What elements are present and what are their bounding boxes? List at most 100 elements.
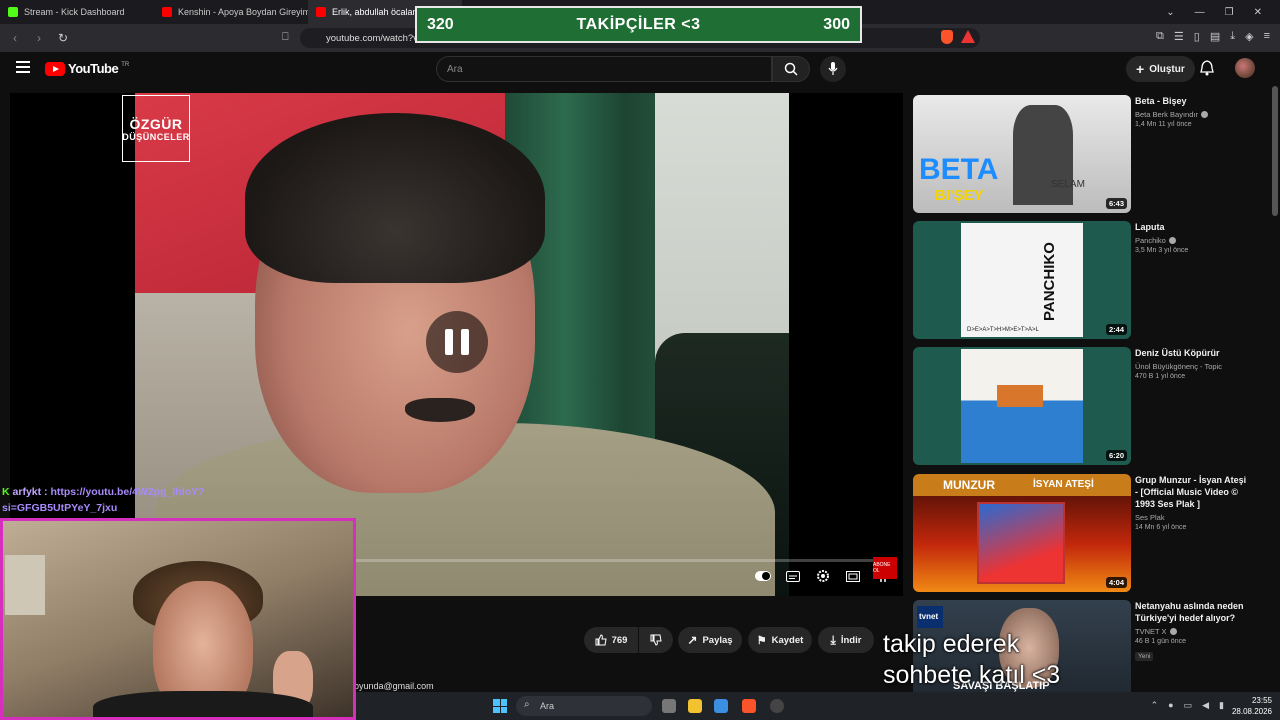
downloads-icon[interactable]: ⤓ [1230,30,1235,43]
search-button[interactable] [772,56,810,82]
create-button[interactable]: + Oluştur [1126,56,1195,82]
save-button[interactable]: ⚑ Kaydet [748,627,812,653]
reload-icon[interactable]: ↻ [54,31,72,45]
video-thumbnail[interactable]: BETA BI'ŞEY SELAM 6:43 [913,95,1131,213]
video-stats: 1,4 Mn 11 yıl önce [1135,121,1192,128]
search-input[interactable]: Ara [436,56,772,82]
channel-name[interactable]: Ünol Büyükgönenç - Topic [1135,362,1250,371]
like-button[interactable]: 769 [584,627,638,653]
window-controls: ⌄ — ❐ ✕ [1166,0,1280,24]
miniplayer-button[interactable] [845,569,861,583]
brave-shields-icon[interactable] [941,30,953,44]
browser-tab[interactable]: Kenshin - Apoya Boydan Gireyim (Elf [154,0,308,24]
voice-search-button[interactable] [820,56,846,82]
youtube-wordmark: YouTube [68,61,119,76]
brave-rewards-icon[interactable] [961,30,975,43]
follower-goal-overlay: 320 TAKİPÇİLER <3 300 [415,6,862,43]
extensions-icon[interactable]: ⧉ [1156,30,1164,43]
chat-link-part1[interactable]: https://youtu.be/4W2pg_lhloY? [50,486,204,498]
maximize-icon[interactable]: ❐ [1225,7,1234,18]
reading-list-icon[interactable]: ☰ [1174,30,1184,43]
download-button[interactable]: ⤓ İndir [818,627,874,653]
channel-name[interactable]: Beta Berk Bayındır [1135,110,1250,119]
toggle-icon [755,571,771,581]
thumb-subtitle: BI'ŞEY [935,187,984,204]
taskbar-search[interactable]: ⌕ Ara [516,696,652,716]
task-view-icon[interactable] [662,699,676,713]
hamburger-menu-icon[interactable] [16,61,30,76]
dislike-button[interactable] [639,627,673,653]
minimize-icon[interactable]: — [1195,7,1205,18]
tab-list-icon[interactable]: ⌄ [1166,7,1174,18]
video-duration: 4:04 [1105,577,1127,588]
video-stats: 14 Mn 6 yıl önce [1135,524,1187,531]
video-title[interactable]: Netanyahu aslında neden Türkiye'yi hedef… [1135,600,1250,624]
autoplay-toggle[interactable] [755,569,771,583]
video-title[interactable]: Laputa [1135,221,1250,233]
channel-name[interactable]: Panchiko [1135,236,1250,245]
thumb-cover [977,502,1065,584]
battery-icon[interactable]: ▮ [1219,700,1224,711]
webcam-overlay [0,518,356,720]
forward-icon[interactable]: › [30,31,48,45]
menu-icon[interactable]: ≡ [1264,30,1270,43]
thumb-subtitle: D>E>A>T>H>M>E>T>A>L [967,327,1039,333]
obs-icon[interactable] [770,699,784,713]
taskbar-clock[interactable]: 23:55 28.08.2026 [1232,695,1272,717]
thumb-subtitle: İSYAN ATEŞİ [1033,479,1094,490]
pause-button[interactable] [426,311,488,373]
youtube-logo[interactable]: YouTube TR [45,61,129,76]
settings-button[interactable] [815,569,831,583]
recommended-video[interactable]: 6:20 Deniz Üstü Köpürür Ünol Büyükgönenç… [913,347,1253,467]
bookmark-icon[interactable]: ⎕ [282,31,289,44]
overlay-line1: takip ederek [883,630,1020,658]
video-title[interactable]: Beta - Bişey [1135,95,1250,107]
account-avatar[interactable] [1235,58,1255,78]
like-count: 769 [611,634,628,646]
recommended-video[interactable]: BETA BI'ŞEY SELAM 6:43 Beta - Bişey Beta… [913,95,1253,215]
tray-overflow-icon[interactable]: ⌃ [1151,700,1159,711]
recommended-video[interactable]: PANCHIKO D>E>A>T>H>M>E>T>A>L 2:44 Laputa… [913,221,1253,341]
network-icon[interactable]: ▭ [1184,700,1193,711]
chat-link-part2[interactable]: si=GFGB5UtPYeY_7jxu [2,500,204,516]
volume-icon[interactable]: ◀ [1202,700,1209,711]
windows-start-icon[interactable] [493,699,507,713]
file-explorer-icon[interactable] [688,699,702,713]
video-meta: Netanyahu aslında neden Türkiye'yi hedef… [1135,600,1250,663]
recommended-video[interactable]: MUNZUR İSYAN ATEŞİ 4:04 Grup Munzur - İs… [913,474,1253,594]
microsoft-store-icon[interactable] [714,699,728,713]
vpn-icon[interactable]: ◈ [1245,30,1253,43]
wallet-icon[interactable]: ▤ [1210,30,1220,43]
browser-tab[interactable]: Stream - Kick Dashboard [0,0,154,24]
channel-name[interactable]: TVNET X [1135,627,1250,636]
video-title[interactable]: Deniz Üstü Köpürür [1135,347,1250,359]
thumbs-down-icon [650,634,662,646]
stream-overlay-text: takip ederek sohbete katıl <3 [883,629,1060,691]
subscribe-watermark[interactable]: ABONE OL [873,557,897,579]
gear-icon [817,570,829,582]
notifications-button[interactable] [1200,60,1214,81]
close-window-icon[interactable]: ✕ [1254,7,1262,18]
video-thumbnail[interactable]: PANCHIKO D>E>A>T>H>M>E>T>A>L 2:44 [913,221,1131,339]
subtitles-button[interactable] [785,569,801,583]
player-controls [755,569,891,583]
screen: Stream - Kick Dashboard Kenshin - Apoya … [0,0,1280,720]
overlay-line2: sohbete katıl <3 [883,661,1061,689]
watermark-line1: ÖZGÜR [129,115,183,132]
page-scrollbar[interactable] [1272,86,1278,216]
back-icon[interactable]: ‹ [6,31,24,45]
download-label: İndir [840,634,862,646]
plus-icon: + [1136,61,1145,77]
sidebar-icon[interactable]: ▯ [1194,30,1200,43]
microphone-tray-icon[interactable]: ● [1168,700,1173,711]
video-thumbnail[interactable]: MUNZUR İSYAN ATEŞİ 4:04 [913,474,1131,592]
video-thumbnail[interactable]: 6:20 [913,347,1131,465]
share-button[interactable]: ↗ Paylaş [678,627,742,653]
brave-browser-icon[interactable] [742,699,756,713]
windows-taskbar: ⌕ Ara ⌃ ● ▭ ◀ ▮ 23:55 28.08.2026 [356,692,1280,720]
thumb-boat [997,385,1043,407]
channel-name[interactable]: Ses Plak [1135,513,1250,522]
download-icon: ⤓ [830,632,836,647]
video-title[interactable]: Grup Munzur - İsyan Ateşi - [Official Mu… [1135,474,1250,510]
verified-icon [1168,237,1176,244]
